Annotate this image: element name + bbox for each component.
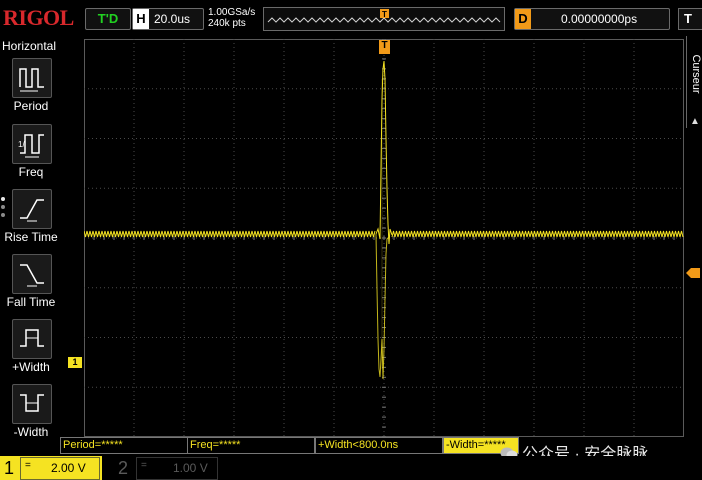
delay-value: 0.00000000ps — [561, 12, 638, 26]
measurement-positive-width[interactable]: +Width<800.0ns — [315, 437, 443, 454]
menu-item-positive-width[interactable]: +Width — [0, 319, 62, 381]
channel1-coupling-icon: = — [25, 460, 31, 471]
cursor-tab-label: Curseur — [690, 54, 702, 94]
channel2-number: 2 — [118, 458, 129, 478]
positive-width-icon — [12, 319, 52, 359]
channel1-box[interactable]: 1 = 2.00 V — [0, 456, 102, 480]
channel1-offset-marker[interactable]: 1 — [68, 357, 82, 368]
ch1-spike-down — [375, 233, 390, 380]
ch1-trace-right — [391, 230, 684, 238]
menu-item-label: Period — [13, 99, 49, 113]
channel1-number: 1 — [4, 458, 15, 478]
waveform-display[interactable] — [84, 39, 684, 437]
ch1-trace-left — [84, 230, 376, 238]
rise-time-icon — [12, 189, 52, 229]
delay-box[interactable]: D 0.00000000ps — [514, 8, 670, 30]
trigger-menu-box[interactable]: T — [678, 8, 702, 30]
menu-item-fall-time[interactable]: Fall Time — [0, 254, 62, 316]
svg-text:1/: 1/ — [18, 140, 25, 149]
delay-letter: D — [515, 9, 531, 29]
timebase-value: 20.0us — [154, 12, 191, 26]
waveform-grid — [84, 39, 684, 437]
menu-item-rise-time[interactable]: Rise Time — [0, 189, 62, 251]
menu-item-label: Freq — [18, 165, 44, 179]
menu-item-label: Fall Time — [6, 295, 56, 309]
period-icon — [12, 58, 52, 98]
horizontal-measure-menu: Horizontal Period 1/ Freq Rise Time Fall… — [0, 36, 62, 456]
cursor-tab-arrow-icon: ▲ — [690, 116, 700, 127]
sample-rate: 1.00GSa/s — [208, 7, 256, 18]
menu-item-label: -Width — [13, 425, 49, 439]
acquisition-info: 1.00GSa/s 240k pts — [208, 7, 255, 29]
memory-overview-graphic: T — [267, 9, 501, 23]
memory-depth: 240k pts — [208, 18, 246, 29]
trigger-position-marker[interactable]: T — [379, 40, 390, 54]
horizontal-letter: H — [133, 9, 149, 29]
menu-item-period[interactable]: Period — [0, 58, 62, 120]
measurement-period[interactable]: Period=***** — [60, 437, 188, 454]
menu-item-label: Rise Time — [4, 230, 58, 244]
horizontal-timebase-box[interactable]: H 20.0us — [132, 8, 204, 30]
menu-item-negative-width[interactable]: -Width — [0, 384, 62, 446]
menu-item-label: +Width — [12, 360, 50, 374]
trigger-status-indicator[interactable]: T'D — [85, 8, 131, 30]
negative-width-icon — [12, 384, 52, 424]
channel-bar: 1 = 2.00 V 2 = 1.00 V — [0, 456, 702, 480]
channel2-box[interactable]: 2 = 1.00 V — [106, 456, 218, 480]
memory-waveform-overview[interactable]: T — [263, 7, 505, 31]
cursor-side-tab[interactable]: Curseur — [686, 36, 702, 128]
trigger-level-marker[interactable] — [686, 268, 700, 278]
channel1-scale: 2.00 V — [51, 461, 86, 475]
menu-item-freq[interactable]: 1/ Freq — [0, 124, 62, 186]
rigol-logo: RIGOL — [3, 5, 74, 30]
top-status-bar: RIGOL T'D H 20.0us 1.00GSa/s 240k pts T … — [0, 0, 702, 36]
channel2-coupling-icon: = — [141, 460, 147, 471]
freq-icon: 1/ — [12, 124, 52, 164]
menu-title: Horizontal — [2, 39, 57, 53]
measurement-freq[interactable]: Freq=***** — [187, 437, 315, 454]
svg-text:T: T — [382, 10, 387, 19]
channel2-scale: 1.00 V — [173, 461, 208, 475]
fall-time-icon — [12, 254, 52, 294]
